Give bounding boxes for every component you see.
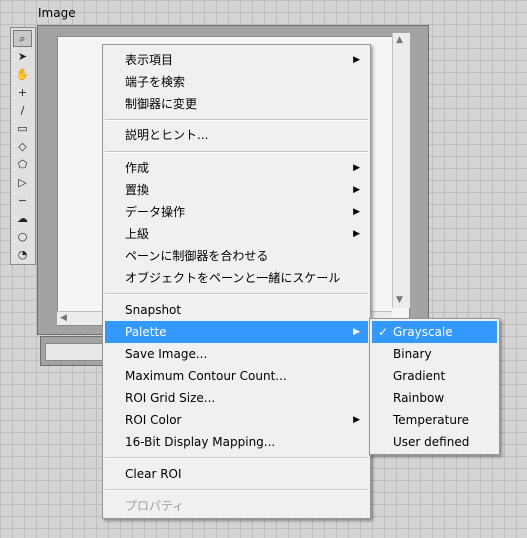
- submenu-arrow-icon: ▶: [353, 229, 360, 239]
- submenu-arrow-icon: ▶: [353, 327, 360, 337]
- menu-item-palette[interactable]: Palette ▶: [105, 321, 368, 343]
- menu-separator: [105, 489, 368, 491]
- palette-option-rainbow[interactable]: Rainbow: [372, 387, 497, 409]
- scroll-down-icon[interactable]: ▼: [396, 295, 403, 305]
- menu-item-roi-grid-size[interactable]: ROI Grid Size...: [105, 387, 368, 409]
- menu-item-scale-object-with-pane[interactable]: オブジェクトをペーンと一緒にスケール: [105, 267, 368, 289]
- rotated-rectangle-icon[interactable]: ◇: [13, 138, 32, 155]
- palette-option-gradient[interactable]: Gradient: [372, 365, 497, 387]
- menu-separator: [105, 293, 368, 295]
- annulus-arc-icon[interactable]: ◔: [13, 246, 32, 263]
- image-control-label: Image: [38, 6, 76, 20]
- polygon-icon[interactable]: ▷: [13, 174, 32, 191]
- submenu-arrow-icon: ▶: [353, 185, 360, 195]
- menu-item-save-image[interactable]: Save Image...: [105, 343, 368, 365]
- pan-hand-icon[interactable]: ✋: [13, 66, 32, 83]
- menu-separator: [105, 151, 368, 153]
- freehand-region-icon[interactable]: ☁: [13, 210, 32, 227]
- menu-item-advanced[interactable]: 上級 ▶: [105, 223, 368, 245]
- menu-item-create[interactable]: 作成 ▶: [105, 157, 368, 179]
- checkmark-icon: ✓: [378, 325, 389, 339]
- submenu-arrow-icon: ▶: [353, 55, 360, 65]
- menu-item-data-operations[interactable]: データ操作 ▶: [105, 201, 368, 223]
- menu-separator: [105, 457, 368, 459]
- vertical-scrollbar[interactable]: ▲ ▼: [392, 33, 410, 308]
- menu-item-description-and-tip[interactable]: 説明とヒント...: [105, 124, 368, 146]
- menu-separator: [105, 119, 368, 121]
- zoom-icon[interactable]: ⌕: [13, 30, 32, 47]
- rectangle-icon[interactable]: ▭: [13, 120, 32, 137]
- palette-submenu: ✓ Grayscale Binary Gradient Rainbow Tempe…: [369, 318, 500, 455]
- menu-item-clear-roi[interactable]: Clear ROI: [105, 463, 368, 485]
- palette-option-grayscale[interactable]: ✓ Grayscale: [372, 321, 497, 343]
- submenu-arrow-icon: ▶: [353, 163, 360, 173]
- palette-option-temperature[interactable]: Temperature: [372, 409, 497, 431]
- menu-item-roi-color[interactable]: ROI Color ▶: [105, 409, 368, 431]
- menu-item-16bit-display-mapping[interactable]: 16-Bit Display Mapping...: [105, 431, 368, 453]
- line-icon[interactable]: /: [13, 102, 32, 119]
- menu-item-snapshot[interactable]: Snapshot: [105, 299, 368, 321]
- submenu-arrow-icon: ▶: [353, 415, 360, 425]
- menu-item-replace[interactable]: 置換 ▶: [105, 179, 368, 201]
- crosshair-icon[interactable]: +: [13, 84, 32, 101]
- palette-option-user-defined[interactable]: User defined: [372, 431, 497, 453]
- menu-item-visible-items[interactable]: 表示項目 ▶: [105, 49, 368, 71]
- pointer-icon[interactable]: ➤: [13, 48, 32, 65]
- image-tool-palette: ⌕ ➤ ✋ + / ▭ ◇ ⬠ ▷ ∽ ☁ ○ ◔: [10, 27, 36, 265]
- freehand-line-icon[interactable]: ∽: [13, 192, 32, 209]
- submenu-arrow-icon: ▶: [353, 207, 360, 217]
- scroll-left-icon[interactable]: ◀: [60, 313, 67, 323]
- palette-option-binary[interactable]: Binary: [372, 343, 497, 365]
- menu-item-properties: プロパティ: [125, 499, 185, 513]
- image-status-bar: [40, 336, 110, 366]
- menu-item-change-to-control[interactable]: 制御器に変更: [105, 93, 368, 115]
- scroll-up-icon[interactable]: ▲: [396, 35, 403, 45]
- oval-icon[interactable]: ○: [13, 228, 32, 245]
- context-menu: 表示項目 ▶ 端子を検索 制御器に変更 説明とヒント... 作成 ▶ 置換 ▶ データ…: [102, 44, 371, 519]
- menu-item-fit-control-to-pane[interactable]: ペーンに制御器を合わせる: [105, 245, 368, 267]
- menu-item-maximum-contour-count[interactable]: Maximum Contour Count...: [105, 365, 368, 387]
- image-info-field: [45, 343, 107, 361]
- annulus-icon[interactable]: ⬠: [13, 156, 32, 173]
- menu-item-find-terminal[interactable]: 端子を検索: [105, 71, 368, 93]
